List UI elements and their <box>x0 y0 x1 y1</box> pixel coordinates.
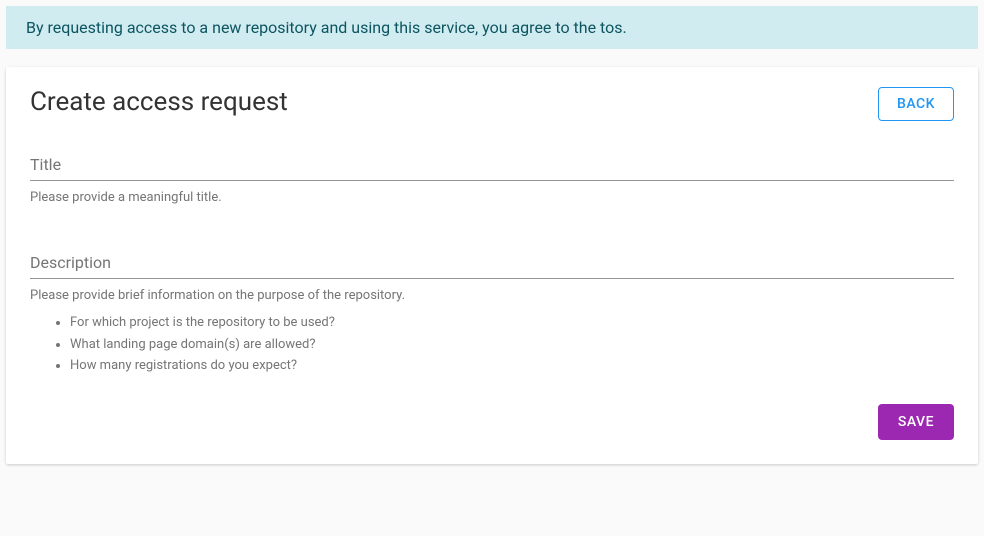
list-item: What landing page domain(s) are allowed? <box>70 335 954 355</box>
back-button[interactable]: BACK <box>878 87 954 121</box>
save-button[interactable]: SAVE <box>878 404 954 440</box>
tos-banner-text: By requesting access to a new repository… <box>26 18 627 37</box>
title-helper-text: Please provide a meaningful title. <box>30 189 954 207</box>
list-item: For which project is the repository to b… <box>70 313 954 333</box>
description-helper-text: Please provide brief information on the … <box>30 287 954 305</box>
title-field-group: Please provide a meaningful title. <box>30 149 954 207</box>
description-field-group: Please provide brief information on the … <box>30 247 954 376</box>
title-input[interactable] <box>30 149 954 181</box>
description-helper-list: For which project is the repository to b… <box>70 313 954 376</box>
actions-row: SAVE <box>30 404 954 440</box>
description-input[interactable] <box>30 247 954 279</box>
page-title: Create access request <box>30 87 288 118</box>
card-header: Create access request BACK <box>30 87 954 121</box>
tos-banner: By requesting access to a new repository… <box>6 6 978 49</box>
list-item: How many registrations do you expect? <box>70 356 954 376</box>
create-request-card: Create access request BACK Please provid… <box>6 67 978 464</box>
